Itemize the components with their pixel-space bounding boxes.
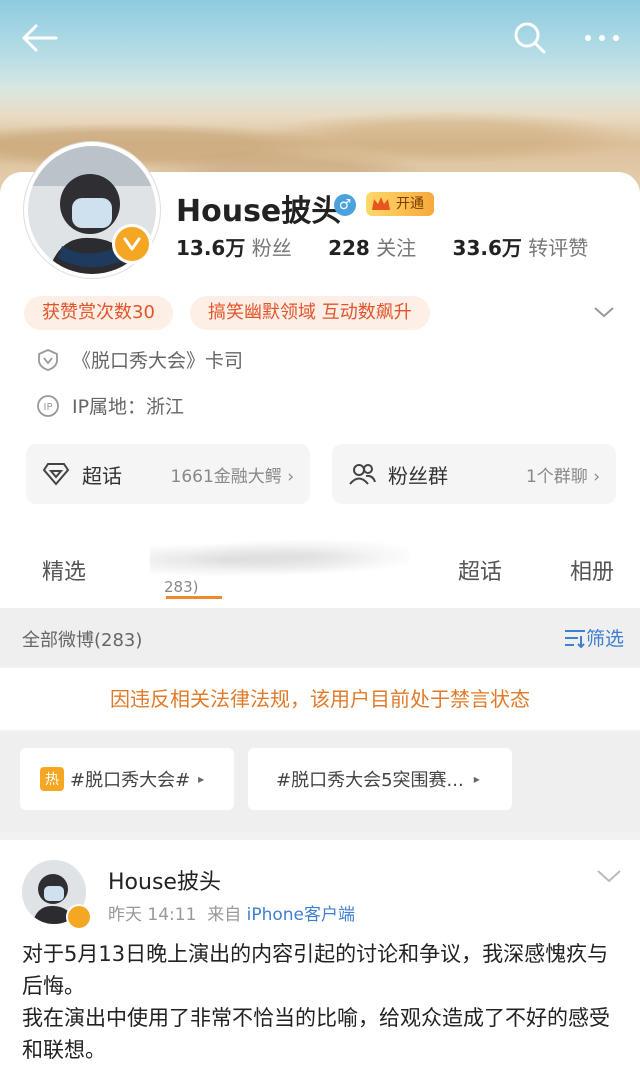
supertopic-name: 1661金融大鳄 (170, 466, 282, 487)
vip-open-button[interactable]: 开通 (366, 192, 434, 216)
more-icon (585, 35, 619, 41)
supertopic-entry[interactable]: 超话 1661金融大鳄 › (26, 444, 310, 504)
followers-label: 粉丝 (251, 236, 292, 260)
group-icon (349, 464, 376, 485)
fan-group-entry[interactable]: 粉丝群 1个群聊 › (332, 444, 616, 504)
search-button[interactable] (506, 14, 554, 62)
verified-badge-icon (112, 224, 152, 264)
chip-reward-count[interactable]: 获赞赏次数30 (24, 296, 173, 330)
filter-button[interactable]: 筛选 (564, 624, 624, 651)
verification-row: 《脱口秀大会》卡司 (36, 346, 243, 373)
followers-count: 13.6万 (176, 236, 246, 260)
post-from: 来自 (207, 905, 242, 925)
weibo-post: House披头 昨天 14:11 来自 iPhone客户端 对于5月13日晚上演… (0, 840, 640, 1066)
back-arrow-icon (22, 24, 58, 52)
tab-featured[interactable]: 精选 (42, 554, 86, 586)
tab-supertopic[interactable]: 超话 (458, 554, 502, 586)
ban-notice: 因违反相关法律法规，该用户目前处于禁言状态 (0, 668, 640, 730)
fan-group-title: 粉丝群 (388, 463, 448, 488)
all-weibo-label[interactable]: 全部微博(283) (22, 626, 142, 652)
vip-label: 开通 (396, 196, 424, 212)
chip-domain-rank[interactable]: 搞笑幽默领域 互动数飙升 (190, 296, 430, 330)
topic-bar: 热 #脱口秀大会# ▸ #脱口秀大会5突围赛... ▸ (0, 732, 640, 832)
more-button[interactable] (578, 14, 626, 62)
male-gender-icon: ♂ (334, 194, 356, 216)
chevron-down-icon (597, 870, 621, 883)
topic-card[interactable]: #脱口秀大会5突围赛... ▸ (248, 748, 512, 810)
fan-group-count: 1个群聊 (525, 466, 588, 487)
post-paragraph: 对于5月13日晚上演出的内容引起的讨论和争议，我深感愧疚与后悔。 (22, 942, 609, 998)
chevron-right-icon: › (593, 466, 600, 487)
back-button[interactable] (16, 14, 64, 62)
achievement-chips: 获赞赏次数30 搞笑幽默领域 互动数飙升 (24, 296, 442, 330)
topic-label: #脱口秀大会# (70, 770, 191, 791)
fan-group-sub: 1个群聊 › (526, 462, 600, 487)
active-tab-indicator (166, 596, 222, 599)
post-source[interactable]: iPhone客户端 (247, 905, 355, 925)
post-time: 昨天 14:11 (108, 905, 197, 925)
verified-badge-icon (66, 904, 92, 930)
play-arrow-icon: ▸ (198, 772, 205, 786)
crown-icon (372, 197, 390, 210)
svg-text:IP: IP (44, 402, 53, 413)
post-body: 对于5月13日晚上演出的内容引起的讨论和争议，我深感愧疚与后悔。 我在演出中使用… (22, 938, 622, 1066)
topic-label: #脱口秀大会5突围赛... (276, 770, 464, 791)
search-icon (514, 22, 546, 54)
profile-stats: 13.6万 粉丝 228 关注 33.6万 转评赞 (176, 232, 618, 261)
following-count: 228 (328, 236, 370, 260)
post-author[interactable]: House披头 (108, 864, 221, 896)
filter-bar: 全部微博(283) 筛选 (0, 608, 640, 666)
topic-card-hot[interactable]: 热 #脱口秀大会# ▸ (20, 748, 234, 810)
following-stat[interactable]: 228 关注 (328, 236, 446, 260)
filter-icon (564, 629, 585, 648)
tab-weibo-count[interactable]: 283) (164, 578, 198, 596)
chevron-right-icon: › (287, 466, 294, 487)
filter-label: 筛选 (585, 628, 624, 650)
followers-stat[interactable]: 13.6万 粉丝 (176, 236, 322, 260)
verification-text: 《脱口秀大会》卡司 (72, 350, 244, 372)
post-menu-button[interactable] (596, 868, 622, 888)
diamond-icon (42, 463, 70, 486)
interactions-label: 转评赞 (528, 236, 589, 260)
supertopic-title: 超话 (82, 463, 122, 488)
hot-badge-icon: 热 (40, 767, 64, 791)
play-arrow-icon: ▸ (473, 772, 480, 786)
post-paragraph: 我在演出中使用了非常不恰当的比喻，给观众造成了不好的感受和联想。 (22, 1006, 610, 1062)
following-label: 关注 (376, 236, 417, 260)
ip-location-row: IP IP属地：浙江 (36, 392, 184, 419)
supertopic-sub: 1661金融大鳄 › (171, 462, 294, 487)
shield-icon (38, 348, 58, 371)
profile-username: House披头 (176, 194, 342, 229)
top-bar (0, 0, 640, 80)
post-meta: 昨天 14:11 来自 iPhone客户端 (108, 900, 355, 925)
chevron-down-icon (594, 307, 614, 318)
blurred-tab-area (150, 540, 410, 580)
interactions-stat[interactable]: 33.6万 转评赞 (453, 236, 619, 260)
expand-profile-button[interactable] (592, 304, 616, 324)
ip-location-text: IP属地：浙江 (72, 396, 185, 418)
ip-location-icon: IP (37, 394, 59, 417)
tab-album[interactable]: 相册 (570, 554, 614, 586)
interactions-count: 33.6万 (452, 236, 522, 260)
